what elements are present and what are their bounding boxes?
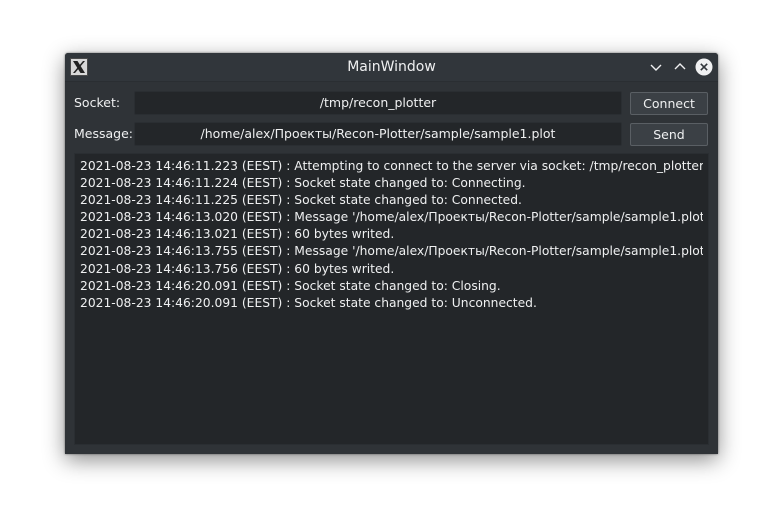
title-bar[interactable]: MainWindow — [65, 53, 718, 82]
socket-input[interactable]: /tmp/recon_plotter — [134, 91, 622, 115]
log-line: 2021-08-23 14:46:13.755 (EEST) : Message… — [80, 244, 703, 259]
maximize-button[interactable] — [671, 58, 689, 76]
message-input[interactable]: /home/alex/Проекты/Recon-Plotter/sample/… — [134, 122, 622, 146]
minimize-icon — [650, 64, 662, 71]
log-line: 2021-08-23 14:46:11.223 (EEST) : Attempt… — [80, 159, 703, 173]
log-line: 2021-08-23 14:46:13.021 (EEST) : 60 byte… — [80, 227, 395, 242]
maximize-icon — [674, 63, 686, 70]
minimize-button[interactable] — [647, 58, 665, 76]
connect-button[interactable]: Connect — [630, 92, 708, 115]
window-title: MainWindow — [347, 59, 436, 75]
close-icon — [695, 58, 713, 76]
close-button[interactable] — [695, 58, 713, 76]
log-view[interactable]: 2021-08-23 14:46:11.223 (EEST) : Attempt… — [74, 153, 709, 445]
log-line: 2021-08-23 14:46:11.224 (EEST) : Socket … — [80, 176, 526, 191]
send-button[interactable]: Send — [630, 123, 708, 146]
log-line: 2021-08-23 14:46:20.091 (EEST) : Socket … — [80, 295, 537, 310]
log-line: 2021-08-23 14:46:13.020 (EEST) : Message… — [80, 210, 703, 225]
log-line: 2021-08-23 14:46:20.091 (EEST) : Socket … — [80, 278, 501, 293]
main-window: MainWindow Socket: /tmp/recon_plotter Co… — [65, 53, 718, 454]
socket-label: Socket: — [74, 95, 121, 110]
message-label: Message: — [74, 126, 133, 141]
log-line: 2021-08-23 14:46:13.756 (EEST) : 60 byte… — [80, 261, 395, 276]
log-line: 2021-08-23 14:46:11.225 (EEST) : Socket … — [80, 193, 522, 208]
